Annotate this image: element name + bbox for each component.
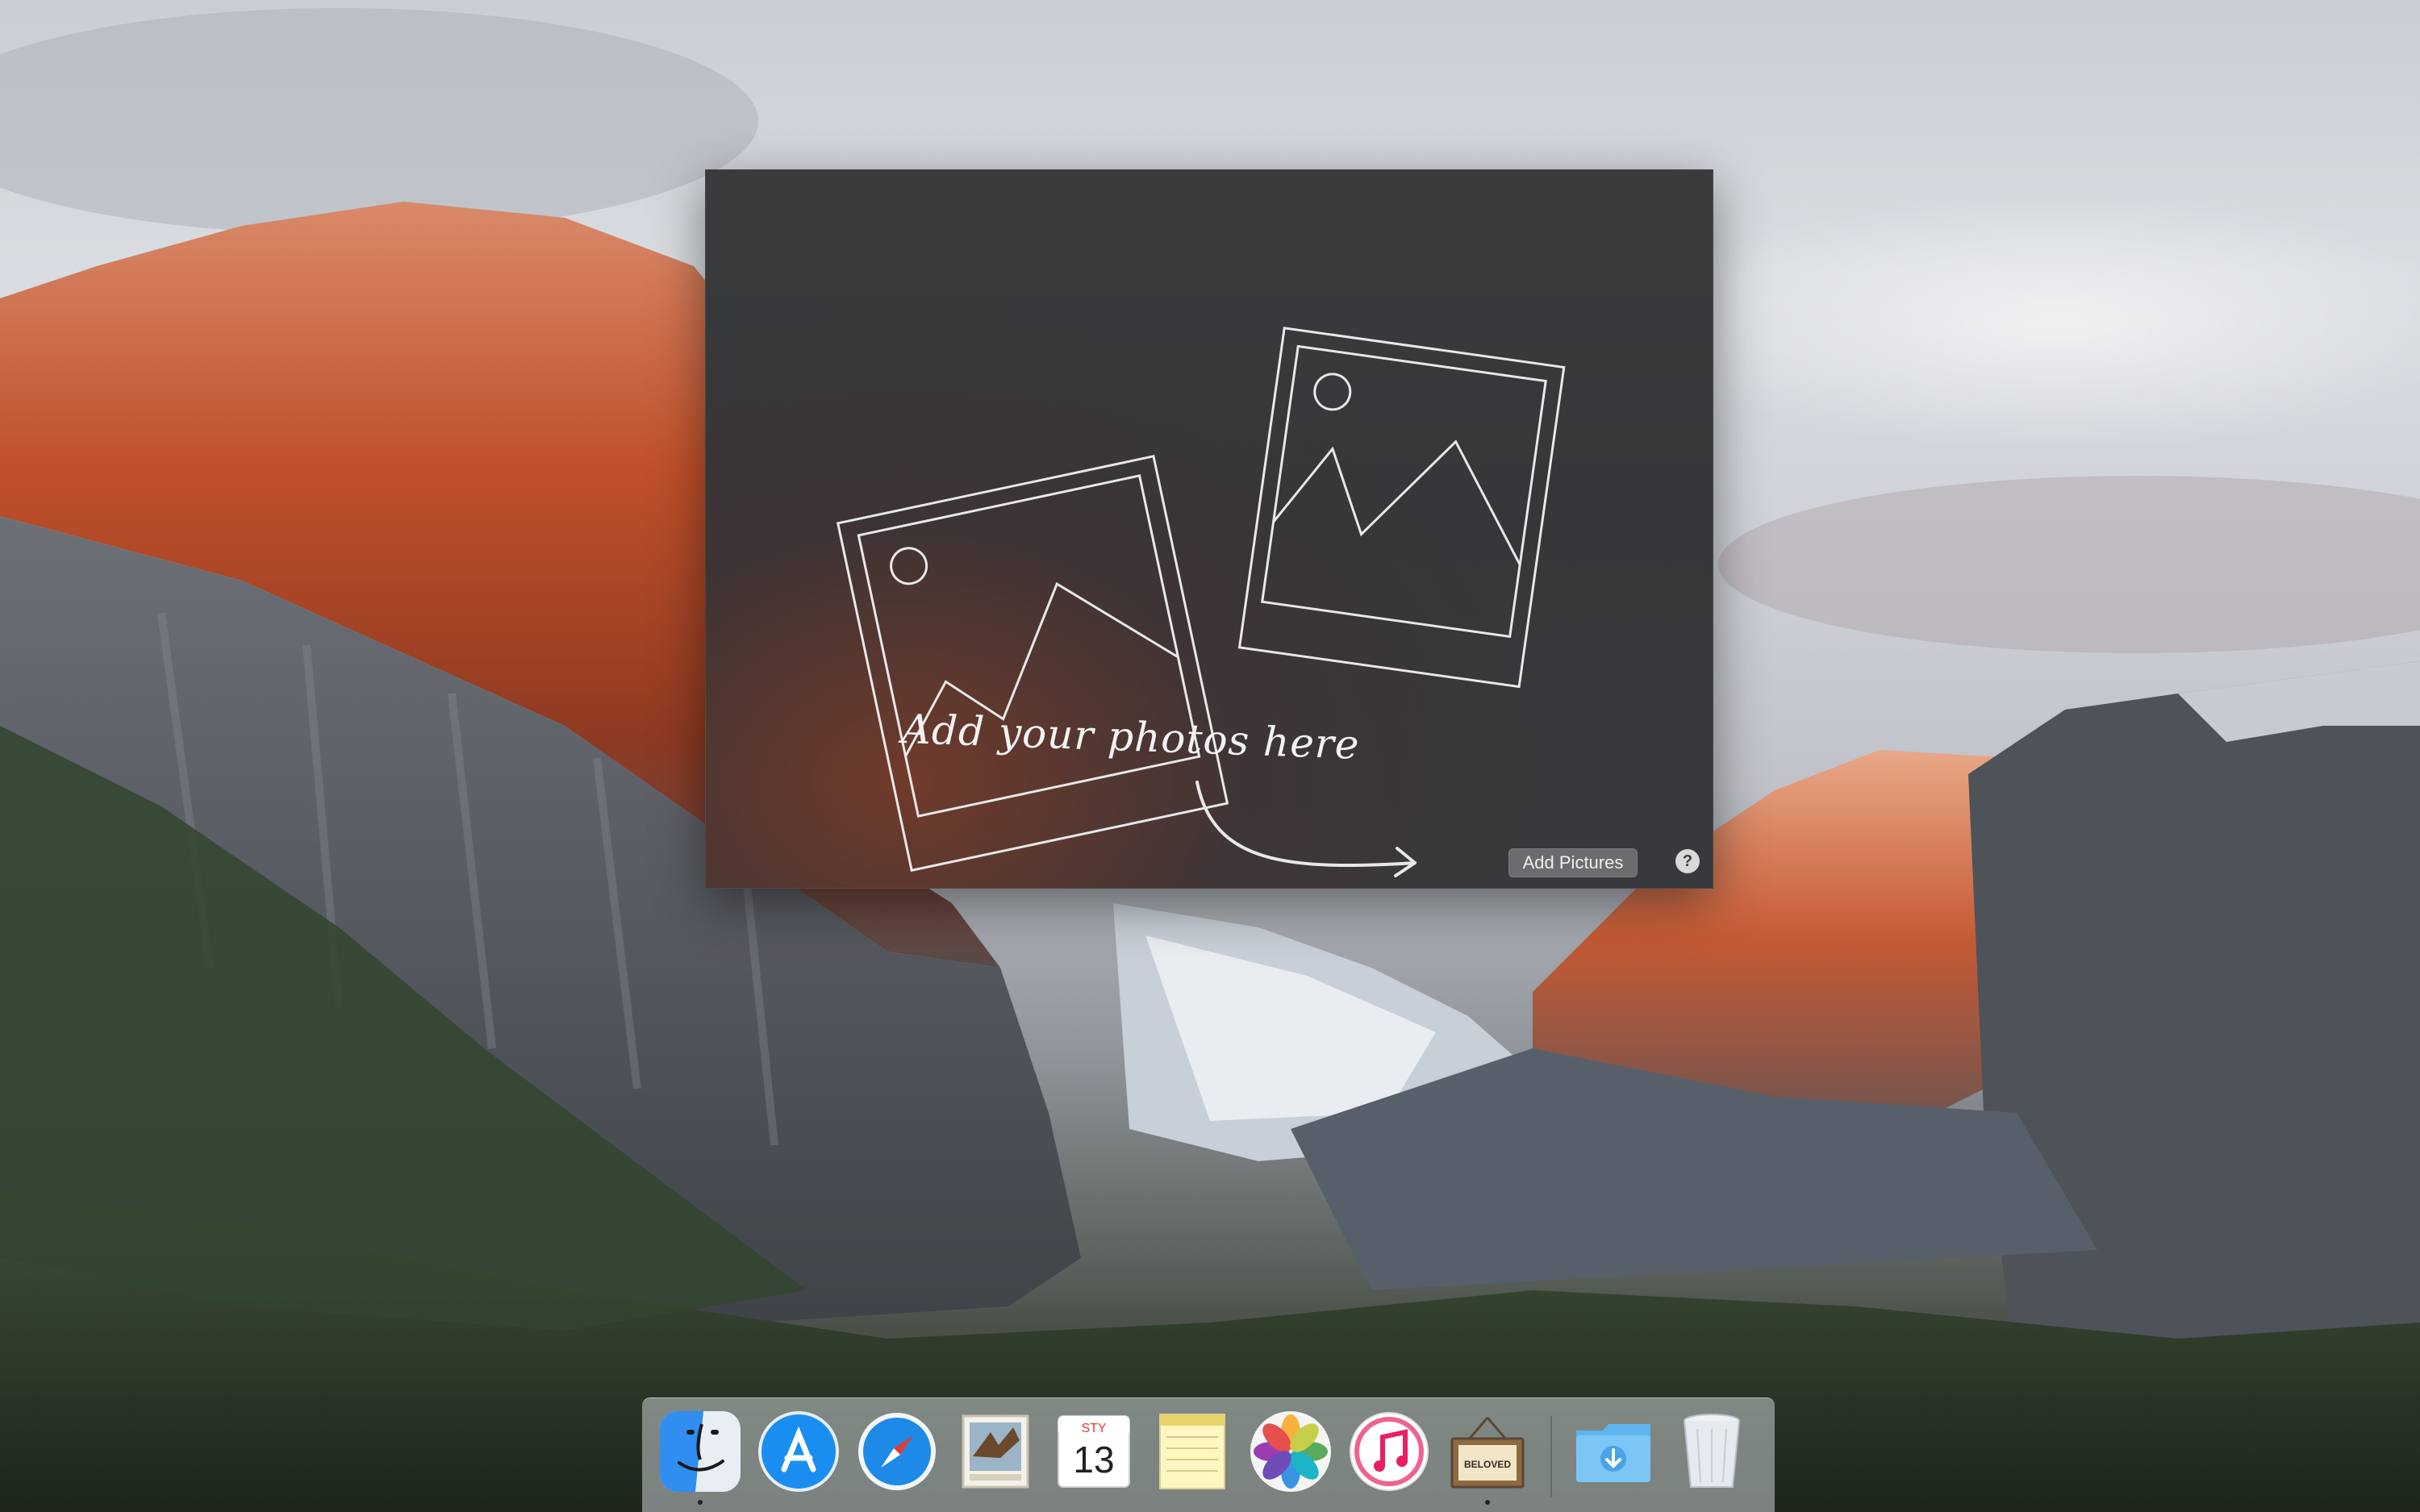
- photo-placeholder-frame-right: [1237, 327, 1566, 689]
- dock-item-calendar[interactable]: STY 13: [1050, 1408, 1137, 1495]
- dock-item-notes[interactable]: [1149, 1408, 1236, 1495]
- dock-item-app-store[interactable]: [755, 1408, 842, 1495]
- dock-item-downloads[interactable]: [1570, 1408, 1657, 1495]
- empty-photos-illustration: [836, 327, 1566, 877]
- calendar-day: 13: [1073, 1439, 1114, 1481]
- trash-icon: [1684, 1414, 1740, 1488]
- mail-icon: [962, 1414, 1029, 1489]
- notes-icon: [1159, 1414, 1225, 1489]
- dock-item-finder[interactable]: [657, 1408, 744, 1505]
- calendar-icon: STY 13: [1058, 1415, 1130, 1488]
- arrow-icon: [1195, 781, 1417, 868]
- safari-icon: [858, 1413, 936, 1490]
- dock-item-safari[interactable]: [853, 1408, 941, 1495]
- photo-placeholder-frame-left: [836, 454, 1229, 873]
- frame-sign-text: BELOVED: [1464, 1459, 1511, 1470]
- app-store-icon: [758, 1411, 839, 1492]
- help-button[interactable]: ?: [1675, 849, 1700, 873]
- dock: STY 13 BELOVED: [642, 1397, 1775, 1512]
- running-indicator: [1485, 1500, 1490, 1505]
- downloads-folder-icon: [1576, 1424, 1650, 1482]
- dock-item-trash[interactable]: [1668, 1408, 1755, 1495]
- calendar-month: STY: [1081, 1422, 1106, 1435]
- itunes-icon: [1350, 1412, 1429, 1491]
- dock-item-photos[interactable]: [1247, 1408, 1334, 1495]
- photos-icon: [1250, 1411, 1331, 1492]
- dock-item-itunes[interactable]: [1346, 1408, 1433, 1495]
- finder-icon: [660, 1411, 741, 1492]
- dock-item-mail[interactable]: [952, 1408, 1039, 1495]
- add-pictures-button[interactable]: Add Pictures: [1508, 848, 1638, 877]
- photo-frame-widget[interactable]: Add your photos here Add Pictures ?: [705, 169, 1713, 889]
- running-indicator: [698, 1500, 703, 1505]
- dock-item-picture-frame[interactable]: BELOVED: [1444, 1408, 1531, 1505]
- picture-frame-icon: BELOVED: [1450, 1417, 1525, 1489]
- dock-separator: [1550, 1416, 1552, 1497]
